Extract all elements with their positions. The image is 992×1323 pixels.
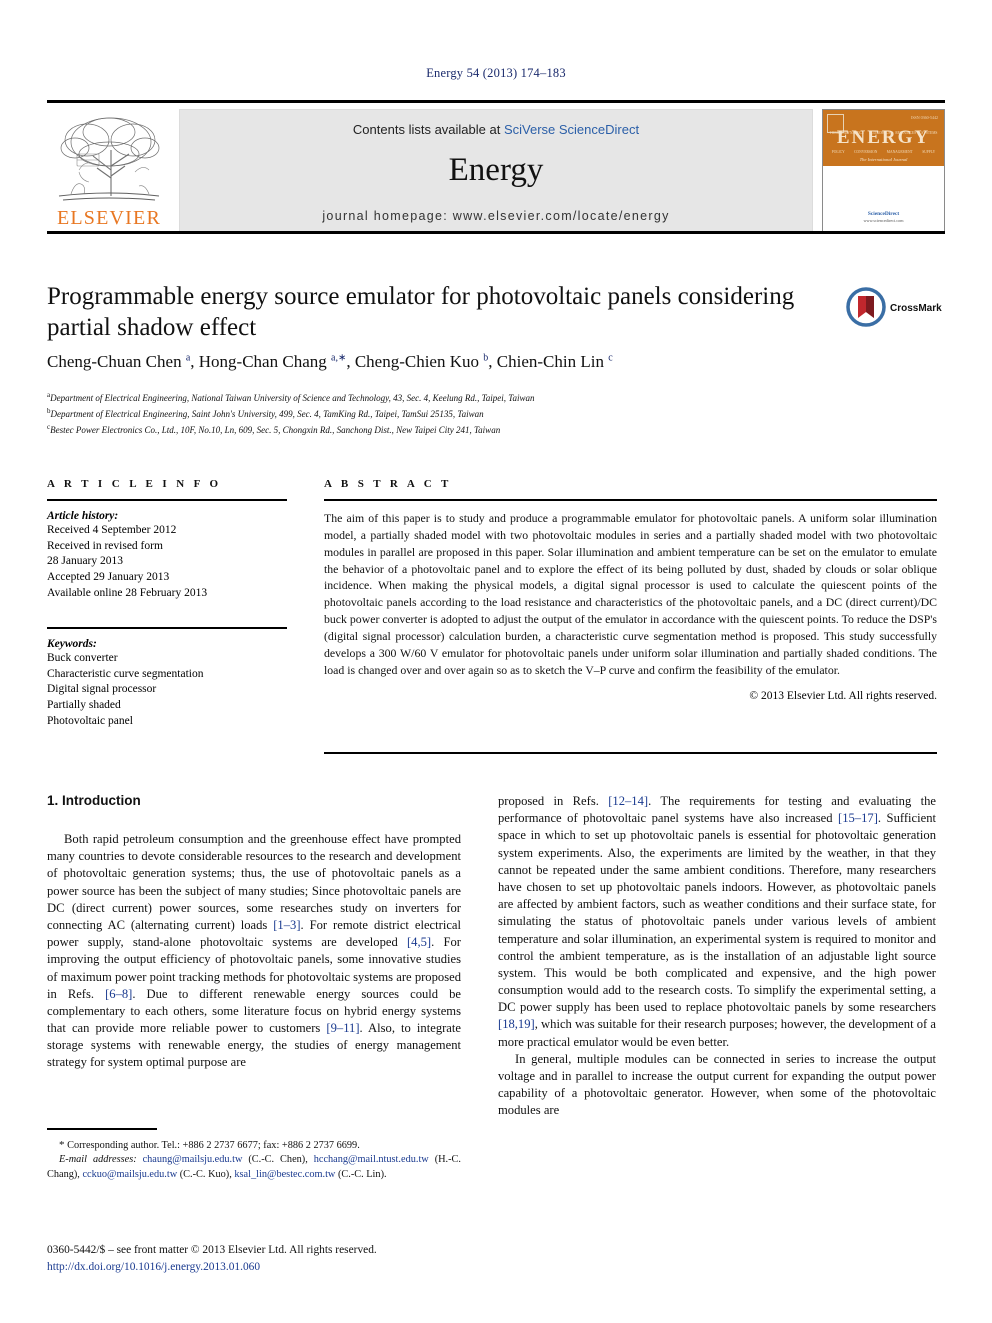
elsevier-tree-icon <box>58 117 160 201</box>
keywords-block: Keywords: Buck converter Characteristic … <box>47 638 287 729</box>
keywords-label: Keywords: <box>47 638 97 651</box>
cover-subtitle: The International Journal <box>859 157 908 162</box>
front-matter-line: 0360-5442/$ – see front matter © 2013 El… <box>47 1244 377 1256</box>
abstract-copyright: © 2013 Elsevier Ltd. All rights reserved… <box>749 689 937 702</box>
history-item: Accepted 29 January 2013 <box>47 570 170 583</box>
history-item: Available online 28 February 2013 <box>47 586 208 599</box>
article-info-heading: A R T I C L E I N F O <box>47 478 222 490</box>
affiliation-item: cBestec Power Electronics Co., Ltd., 10F… <box>47 422 501 435</box>
journal-band: Contents lists available at SciVerse Sci… <box>179 109 813 233</box>
intro-paragraph: Both rapid petroleum consumption and the… <box>47 832 461 1070</box>
affiliation-list: aDepartment of Electrical Engineering, N… <box>47 390 847 438</box>
abstract-bottom-rule <box>324 752 937 754</box>
body-column-right: proposed in Refs. [12–14]. The requireme… <box>498 793 936 1120</box>
keyword-item: Photovoltaic panel <box>47 714 133 727</box>
journal-homepage[interactable]: journal homepage: www.elsevier.com/locat… <box>180 209 812 223</box>
paper-page: Energy 54 (2013) 174–183 ELSEVIER Conten… <box>0 0 992 1323</box>
author-list: Cheng-Chuan Chen a, Hong-Chan Chang a,∗,… <box>47 352 613 371</box>
history-item: Received 4 September 2012 <box>47 524 177 536</box>
keyword-item: Characteristic curve segmentation <box>47 667 204 680</box>
footnote-block: * Corresponding author. Tel.: +886 2 273… <box>47 1128 461 1182</box>
abstract-text: The aim of this paper is to study and pr… <box>324 511 937 677</box>
cover-url: www.sciencedirect.com <box>863 218 904 223</box>
intro-paragraph-continued: proposed in Refs. [12–14]. The requireme… <box>498 794 936 1049</box>
article-history-label: Article history: <box>47 510 119 522</box>
doi-link[interactable]: http://dx.doi.org/10.1016/j.energy.2013.… <box>47 1259 507 1276</box>
keyword-item: Partially shaded <box>47 699 121 711</box>
crossmark-icon <box>846 287 886 327</box>
history-item: Received in revised form <box>47 539 163 552</box>
body-column-left: 1. Introduction Both rapid petroleum con… <box>47 793 461 1072</box>
article-info-column: A R T I C L E I N F O Article history: R… <box>47 478 287 729</box>
cover-sciencedirect-label: ScienceDirect <box>867 211 900 217</box>
footnote-rule <box>47 1128 157 1130</box>
cover-title: ENERGY <box>836 127 931 148</box>
keyword-item: Buck converter <box>47 652 118 665</box>
keywords-rule <box>47 627 287 630</box>
abstract-column: A B S T R A C T The aim of this paper is… <box>324 478 937 702</box>
title-block: Programmable energy source emulator for … <box>47 282 837 343</box>
cover-issn: ISSN 0360-5442 <box>910 115 938 120</box>
abstract-heading: A B S T R A C T <box>324 478 452 490</box>
history-item: 28 January 2013 <box>47 555 124 568</box>
running-head: Energy 54 (2013) 174–183 <box>426 66 566 80</box>
masthead-bottom-rule <box>47 231 945 234</box>
cover-bottom-area: ScienceDirect www.sciencedirect.com <box>823 166 944 230</box>
journal-title: Energy <box>448 152 544 188</box>
sciencedirect-link[interactable]: SciVerse ScienceDirect <box>504 122 639 137</box>
intro-paragraph-2: In general, multiple modules can be conn… <box>498 1051 936 1118</box>
affiliation-item: bDepartment of Electrical Engineering, S… <box>47 406 484 419</box>
email-addresses-note: E-mail addresses: chaung@mailsju.edu.tw … <box>47 1154 461 1180</box>
cover-top-band: ISSN 0360-5442 THERMODYNAMICS ECONOMICS … <box>823 110 944 166</box>
article-info-rule <box>47 499 287 501</box>
cover-topic-row-2: POLICY CONVERSION MANAGEMENT SUPPLY <box>831 150 936 154</box>
section-heading-introduction: 1. Introduction <box>47 793 141 808</box>
abstract-rule <box>324 499 937 501</box>
contents-available-line: Contents lists available at SciVerse Sci… <box>180 122 812 137</box>
masthead-top-rule <box>47 100 945 103</box>
front-matter-block: 0360-5442/$ – see front matter © 2013 El… <box>47 1242 507 1275</box>
affiliation-item: aDepartment of Electrical Engineering, N… <box>47 391 535 403</box>
page-title: Programmable energy source emulator for … <box>47 283 795 341</box>
keyword-item: Digital signal processor <box>47 683 157 696</box>
elsevier-logo: ELSEVIER <box>49 110 169 232</box>
corresponding-author-note: * Corresponding author. Tel.: +886 2 273… <box>59 1138 360 1151</box>
crossmark-label: CrossMark <box>890 303 942 314</box>
crossmark-badge[interactable]: CrossMark <box>846 287 944 335</box>
elsevier-wordmark: ELSEVIER <box>56 207 162 229</box>
journal-cover-thumbnail: ISSN 0360-5442 THERMODYNAMICS ECONOMICS … <box>822 109 945 233</box>
journal-masthead: ELSEVIER Contents lists available at Sci… <box>47 100 945 234</box>
contents-prefix: Contents lists available at <box>352 122 504 137</box>
